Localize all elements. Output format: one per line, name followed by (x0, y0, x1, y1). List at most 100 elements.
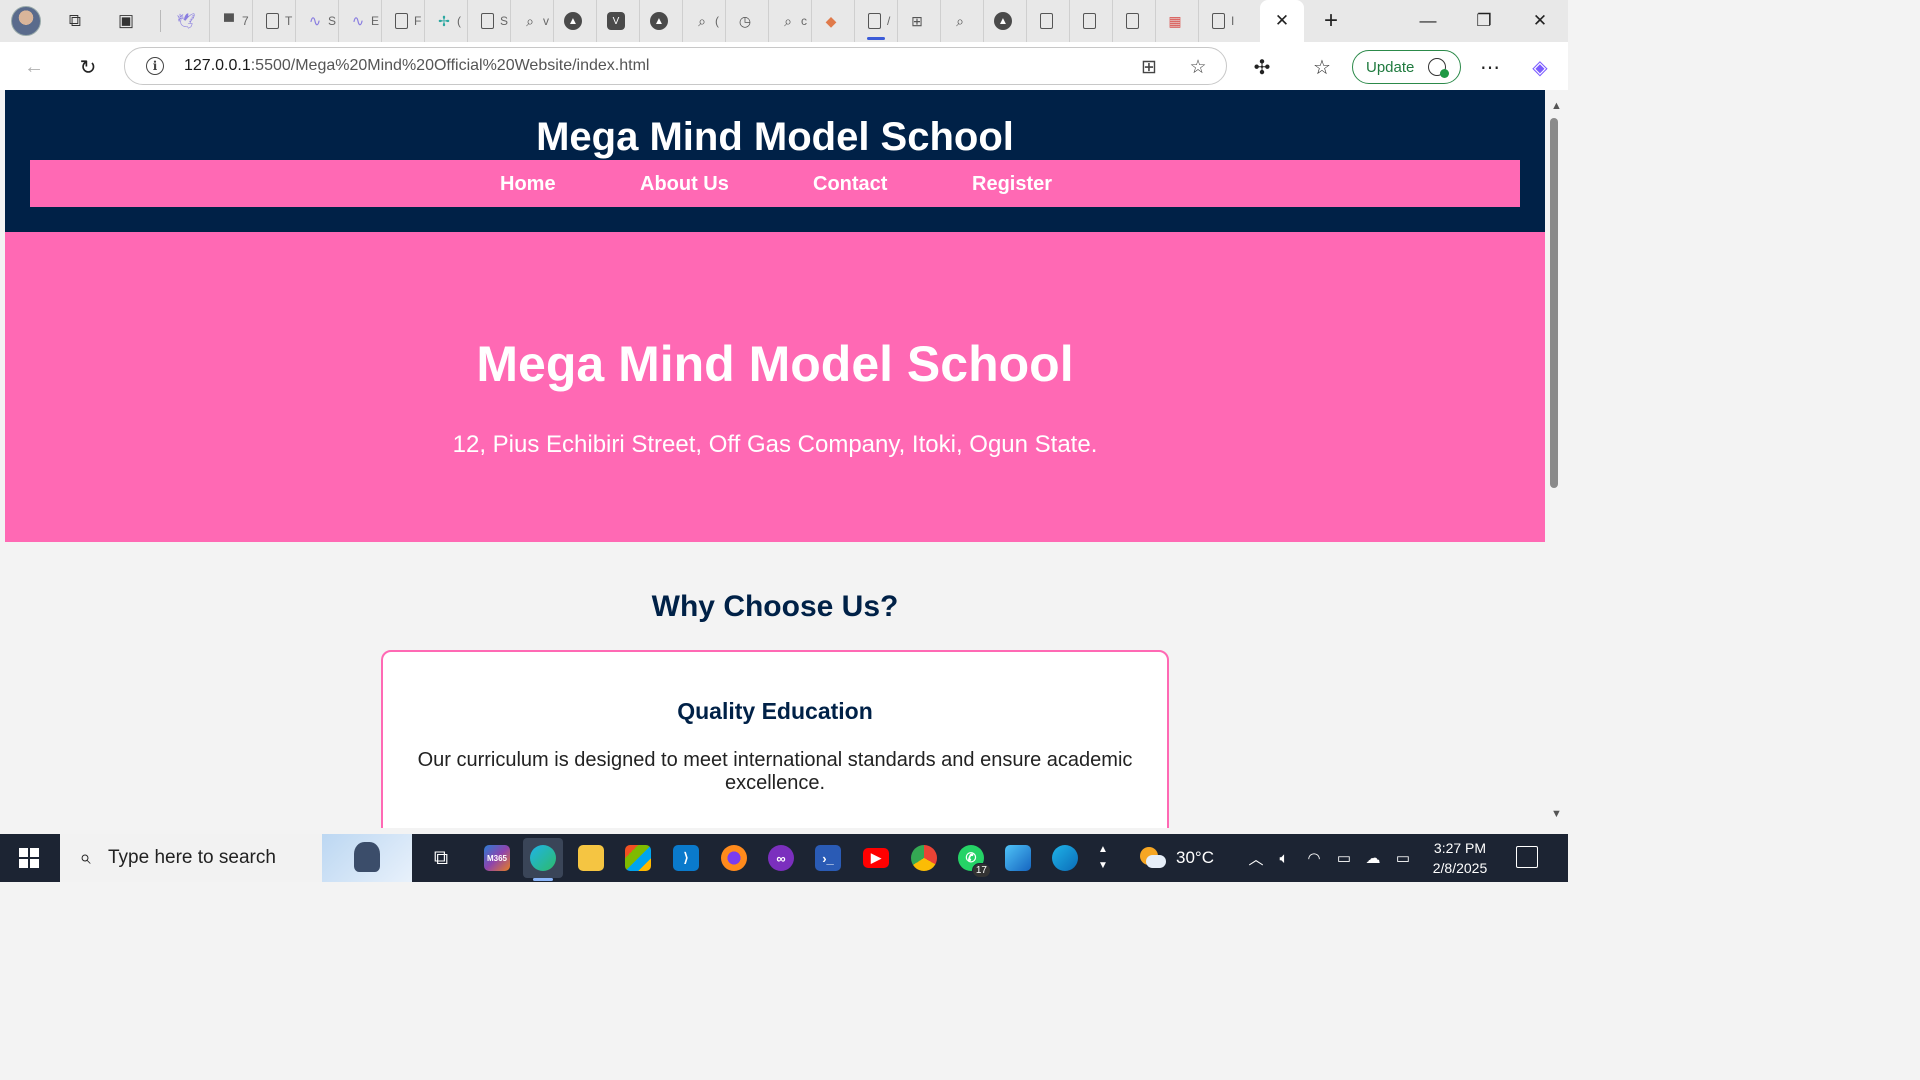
profile-avatar[interactable] (11, 6, 41, 36)
firefox-icon[interactable] (714, 838, 754, 878)
system-clock[interactable]: 3:27 PM 2/8/2025 (1418, 838, 1502, 878)
search-icon: ⌕ (784, 12, 792, 29)
wifi-icon[interactable]: ◠ (1303, 847, 1325, 869)
school-address: 12, Pius Echibiri Street, Off Gas Compan… (452, 431, 1098, 458)
tab[interactable]: ✢( (425, 0, 468, 42)
new-tab-button[interactable]: + (1316, 6, 1346, 36)
tab[interactable]: ⊞ (898, 0, 941, 42)
mask-app-icon[interactable]: ∞ (761, 838, 801, 878)
audio-wave-icon: ∿ (351, 13, 365, 30)
url-text[interactable]: 127.0.0.1:5500/Mega%20Mind%20Official%20… (184, 57, 649, 75)
nav-link-home[interactable]: Home (500, 173, 556, 196)
workspaces-icon[interactable]: ⧉ (55, 0, 95, 42)
tab[interactable]: ∿ S (296, 0, 339, 42)
weather-widget[interactable]: 30°C (1140, 834, 1214, 882)
vscode-icon[interactable]: ⟩ (666, 838, 706, 878)
hero-section: Mega Mind Model School 12, Pius Echibiri… (5, 232, 1545, 542)
restore-button[interactable]: ❐ (1456, 0, 1512, 42)
phone-link-icon[interactable]: ▭ (1333, 847, 1355, 869)
tab[interactable] (1113, 0, 1156, 42)
more-menu-icon[interactable]: ⋯ (1474, 51, 1506, 83)
site-info-icon[interactable]: i (146, 57, 164, 75)
nav-link-about[interactable]: About Us (640, 173, 729, 196)
youtube-icon[interactable]: ▶ (856, 838, 896, 878)
edge-taskbar-icon[interactable] (523, 838, 563, 881)
feature-title: Quality Education (677, 698, 873, 724)
nav-link-register[interactable]: Register (972, 173, 1052, 196)
m365-app-icon[interactable]: M365 (477, 838, 517, 878)
tab[interactable]: / (855, 0, 898, 42)
tab[interactable]: I (1199, 0, 1242, 42)
chevron-up-icon[interactable]: ▲ (1098, 842, 1108, 858)
page-icon (1082, 13, 1096, 29)
vertical-scrollbar[interactable]: ▲ ▼ (1545, 90, 1568, 828)
audio-wave-icon: ∿ (308, 13, 322, 30)
tab[interactable]: F (382, 0, 425, 42)
app-available-icon[interactable]: ⊞ (1138, 56, 1160, 78)
refresh-icon[interactable]: ↻ (72, 51, 104, 83)
tab[interactable]: ▲ (984, 0, 1027, 42)
site-nav: Home About Us Contact Register (30, 160, 1520, 207)
volume-icon[interactable]: 🔈︎ (1273, 847, 1295, 869)
close-window-button[interactable]: ✕ (1512, 0, 1568, 42)
site-title: Mega Mind Model School (536, 115, 1014, 159)
app-logo-icon: ▲ (994, 12, 1012, 30)
edge-dev-icon[interactable] (1045, 838, 1085, 878)
app-logo-icon: ▲ (650, 12, 668, 30)
notification-center-icon[interactable] (1516, 846, 1538, 868)
tab[interactable]: 🕊 (167, 0, 210, 42)
show-hidden-icons-icon[interactable]: ︿ (1245, 847, 1267, 869)
chevron-down-icon[interactable]: ▼ (1098, 858, 1108, 874)
minimize-button[interactable]: — (1400, 0, 1456, 42)
tab[interactable]: V (597, 0, 640, 42)
clock-date: 2/8/2025 (1432, 860, 1488, 876)
history-icon: ◷ (738, 12, 752, 29)
tab[interactable]: ▲ (640, 0, 683, 42)
tab[interactable]: ◆ (812, 0, 855, 42)
photos-app-icon[interactable] (998, 838, 1038, 878)
powershell-icon[interactable]: ›_ (808, 838, 848, 878)
update-label: Update (1366, 58, 1415, 76)
address-bar[interactable]: i 127.0.0.1:5500/Mega%20Mind%20Official%… (124, 47, 1227, 85)
active-tab[interactable]: ✕ (1260, 0, 1304, 42)
favorites-icon[interactable]: ☆ (1306, 51, 1338, 83)
tab-actions-icon[interactable]: ▣ (106, 0, 146, 42)
back-arrow-icon[interactable]: ← (18, 51, 50, 83)
favorite-star-icon[interactable]: ☆ (1187, 56, 1209, 78)
extensions-icon[interactable]: ✣ (1246, 51, 1278, 83)
search-icon: ⌕ (698, 12, 706, 29)
scroll-up-icon[interactable]: ▲ (1545, 96, 1568, 116)
store-icon[interactable] (618, 838, 658, 878)
tab[interactable]: ◷ (726, 0, 769, 42)
section-heading: Why Choose Us? (651, 590, 899, 623)
tab[interactable]: ⌕ (941, 0, 984, 42)
update-button[interactable]: Update (1352, 50, 1461, 84)
colorful-grid-icon: ▦ (1168, 12, 1182, 29)
tab[interactable]: T (253, 0, 296, 42)
windows-logo-icon (19, 848, 39, 868)
copilot-icon[interactable]: ◈ (1524, 51, 1556, 83)
tab[interactable]: ⌕( (683, 0, 726, 42)
taskbar-search[interactable]: ⌕ Type here to search (60, 834, 412, 882)
tab[interactable]: ⌕ c (769, 0, 812, 42)
chrome-icon[interactable] (904, 838, 944, 878)
whatsapp-icon[interactable]: ✆ 17 (951, 838, 991, 878)
taskbar-scroll[interactable]: ▲ ▼ (1094, 834, 1112, 882)
task-view-icon[interactable]: ⧉ (421, 838, 461, 878)
tab[interactable]: ⌕ v (511, 0, 554, 42)
tab[interactable]: ▀ 7 (210, 0, 253, 42)
scroll-down-icon[interactable]: ▼ (1545, 804, 1568, 824)
nav-link-contact[interactable]: Contact (813, 173, 887, 196)
tab[interactable] (1070, 0, 1113, 42)
start-button[interactable] (0, 834, 58, 882)
file-explorer-icon[interactable] (571, 838, 611, 878)
close-tab-icon[interactable]: ✕ (1275, 11, 1289, 31)
tab[interactable] (1027, 0, 1070, 42)
battery-icon[interactable]: ▭ (1392, 847, 1414, 869)
tab[interactable]: ∿ E (339, 0, 382, 42)
tab[interactable]: ▦ (1156, 0, 1199, 42)
scroll-thumb[interactable] (1550, 118, 1558, 488)
tab[interactable]: ▲ (554, 0, 597, 42)
tab[interactable]: S (468, 0, 511, 42)
onedrive-cloud-icon[interactable]: ☁ (1362, 847, 1384, 869)
